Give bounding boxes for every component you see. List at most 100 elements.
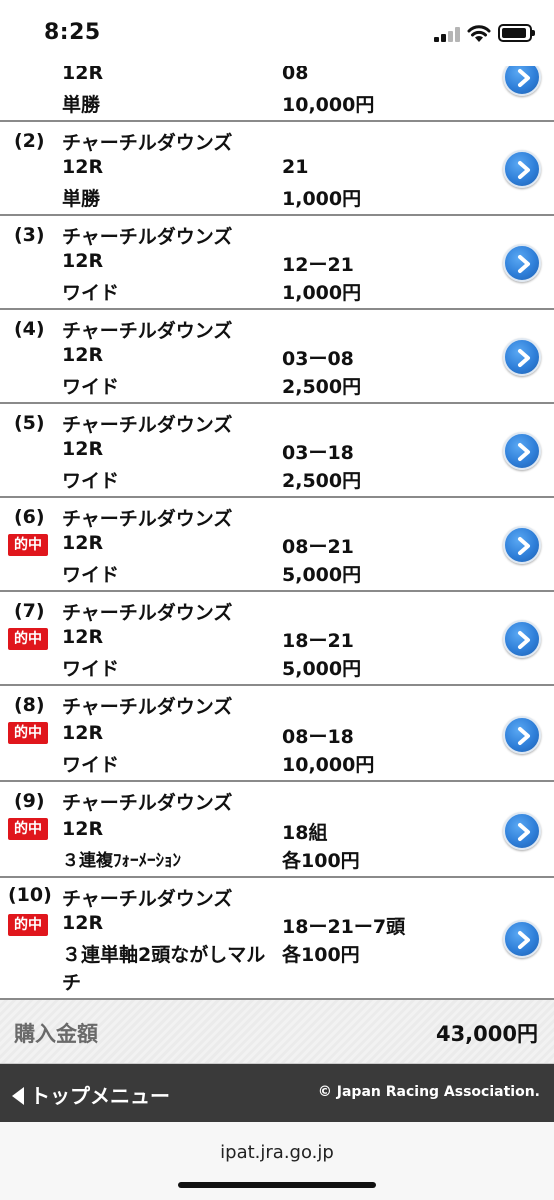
bet-amount: 各100円	[282, 850, 360, 872]
detail-arrow-button[interactable]	[503, 812, 541, 850]
race-number: 12R	[62, 156, 104, 178]
venue-name: チャーチルダウンズ	[62, 414, 233, 436]
back-arrow-icon	[12, 1087, 24, 1105]
bet-amount: 2,500円	[282, 376, 362, 398]
status-time: 8:25	[44, 20, 101, 45]
horse-combination: 18ー21	[282, 630, 354, 652]
row-number: (3)	[14, 224, 45, 246]
status-bar: 8:25	[0, 0, 554, 66]
horse-combination: 08ー21	[282, 536, 354, 558]
bet-row-10[interactable]: (10) 的中 チャーチルダウンズ 12R ３連単軸2頭ながしマル チ 18ー2…	[0, 878, 554, 1000]
copyright-text: © Japan Racing Association.	[317, 1084, 540, 1100]
bet-row-9[interactable]: (9) 的中 チャーチルダウンズ 12R ３連複ﾌｫｰﾒｰｼｮﾝ 18組 各10…	[0, 782, 554, 878]
bet-type: ワイド	[62, 754, 120, 776]
bet-type: ワイド	[62, 282, 120, 304]
detail-arrow-button[interactable]	[503, 338, 541, 376]
bet-amount: 10,000円	[282, 754, 375, 776]
horse-combination: 21	[282, 156, 309, 178]
bet-row-3[interactable]: (3) チャーチルダウンズ 12R ワイド 12ー21 1,000円	[0, 216, 554, 310]
bet-row-7[interactable]: (7) 的中 チャーチルダウンズ 12R ワイド 18ー21 5,000円	[0, 592, 554, 686]
detail-arrow-button[interactable]	[503, 620, 541, 658]
bet-type: 単勝	[62, 188, 101, 210]
row-number: (5)	[14, 412, 45, 434]
hit-badge: 的中	[8, 914, 48, 936]
venue-name: チャーチルダウンズ	[62, 602, 233, 624]
race-number: 12R	[62, 532, 104, 554]
row-number: (9)	[14, 790, 45, 812]
browser-url-bar[interactable]: ipat.jra.go.jp	[0, 1122, 554, 1200]
detail-arrow-button[interactable]	[503, 432, 541, 470]
bet-type: ワイド	[62, 564, 120, 586]
battery-icon	[498, 24, 535, 42]
chevron-right-icon	[518, 823, 530, 841]
chevron-right-icon	[518, 443, 530, 461]
bet-type: ３連複ﾌｫｰﾒｰｼｮﾝ	[62, 851, 181, 871]
chevron-right-icon	[518, 161, 530, 179]
bet-amount: 5,000円	[282, 658, 362, 680]
venue-name: チャーチルダウンズ	[62, 792, 233, 814]
cellular-signal-icon	[434, 26, 462, 42]
horse-combination: 12ー21	[282, 254, 354, 276]
total-value: 43,000円	[435, 1022, 538, 1046]
detail-arrow-button[interactable]	[503, 244, 541, 282]
bet-amount: 5,000円	[282, 564, 362, 586]
total-label: 購入金額	[14, 1022, 98, 1046]
bet-row-2[interactable]: (2) チャーチルダウンズ 12R 単勝 21 1,000円	[0, 122, 554, 216]
detail-arrow-button[interactable]	[503, 150, 541, 188]
chevron-right-icon	[518, 349, 530, 367]
chevron-right-icon	[518, 631, 530, 649]
horse-combination: 03ー18	[282, 442, 354, 464]
hit-badge: 的中	[8, 818, 48, 840]
chevron-right-icon	[518, 255, 530, 273]
race-number: 12R	[62, 912, 104, 934]
bet-type: 単勝	[62, 94, 101, 116]
bet-type-continued: チ	[62, 972, 82, 994]
top-menu-link[interactable]: トップメニュー	[12, 1080, 170, 1109]
row-number: (7)	[14, 600, 45, 622]
bet-row-8[interactable]: (8) 的中 チャーチルダウンズ 12R ワイド 08ー18 10,000円	[0, 686, 554, 782]
hit-badge: 的中	[8, 534, 48, 556]
url-text: ipat.jra.go.jp	[220, 1142, 334, 1163]
bet-type: ３連単軸2頭ながしマル	[62, 944, 266, 966]
bet-row-4[interactable]: (4) チャーチルダウンズ 12R ワイド 03ー08 2,500円	[0, 310, 554, 404]
row-number: (4)	[14, 318, 45, 340]
home-indicator[interactable]	[178, 1182, 376, 1188]
detail-arrow-button[interactable]	[503, 526, 541, 564]
venue-name: チャーチルダウンズ	[62, 132, 233, 154]
venue-name: チャーチルダウンズ	[62, 226, 233, 248]
hit-badge: 的中	[8, 628, 48, 650]
horse-combination: 18ー21ー7頭	[282, 916, 406, 938]
race-number: 12R	[62, 626, 104, 648]
bet-row-5[interactable]: (5) チャーチルダウンズ 12R ワイド 03ー18 2,500円	[0, 404, 554, 498]
hit-badge: 的中	[8, 722, 48, 744]
bet-row-6[interactable]: (6) 的中 チャーチルダウンズ 12R ワイド 08ー21 5,000円	[0, 498, 554, 592]
venue-name: チャーチルダウンズ	[62, 320, 233, 342]
race-number: 12R	[62, 344, 104, 366]
race-number: 12R	[62, 722, 104, 744]
horse-combination: 03ー08	[282, 348, 354, 370]
chevron-right-icon	[518, 69, 530, 87]
bet-type: ワイド	[62, 658, 120, 680]
total-purchase-bar: 購入金額 43,000円	[0, 1000, 554, 1064]
horse-combination: 18組	[282, 822, 328, 844]
chevron-right-icon	[518, 727, 530, 745]
detail-arrow-button[interactable]	[503, 716, 541, 754]
bet-type: ワイド	[62, 470, 120, 492]
bet-amount: 10,000円	[282, 94, 375, 116]
row-number: (8)	[14, 694, 45, 716]
detail-arrow-button[interactable]	[503, 920, 541, 958]
chevron-right-icon	[518, 537, 530, 555]
row-number: (6)	[14, 506, 45, 528]
top-menu-label: トップメニュー	[30, 1084, 170, 1108]
wifi-icon	[467, 25, 491, 42]
bet-amount: 各100円	[282, 944, 360, 966]
bet-amount: 1,000円	[282, 282, 362, 304]
venue-name: チャーチルダウンズ	[62, 888, 233, 910]
race-number: 12R	[62, 818, 104, 840]
race-number: 12R	[62, 250, 104, 272]
bet-type: ワイド	[62, 376, 120, 398]
chevron-right-icon	[518, 931, 530, 949]
race-number: 12R	[62, 438, 104, 460]
row-number: (10)	[8, 884, 52, 906]
footer-nav: トップメニュー © Japan Racing Association.	[0, 1064, 554, 1122]
